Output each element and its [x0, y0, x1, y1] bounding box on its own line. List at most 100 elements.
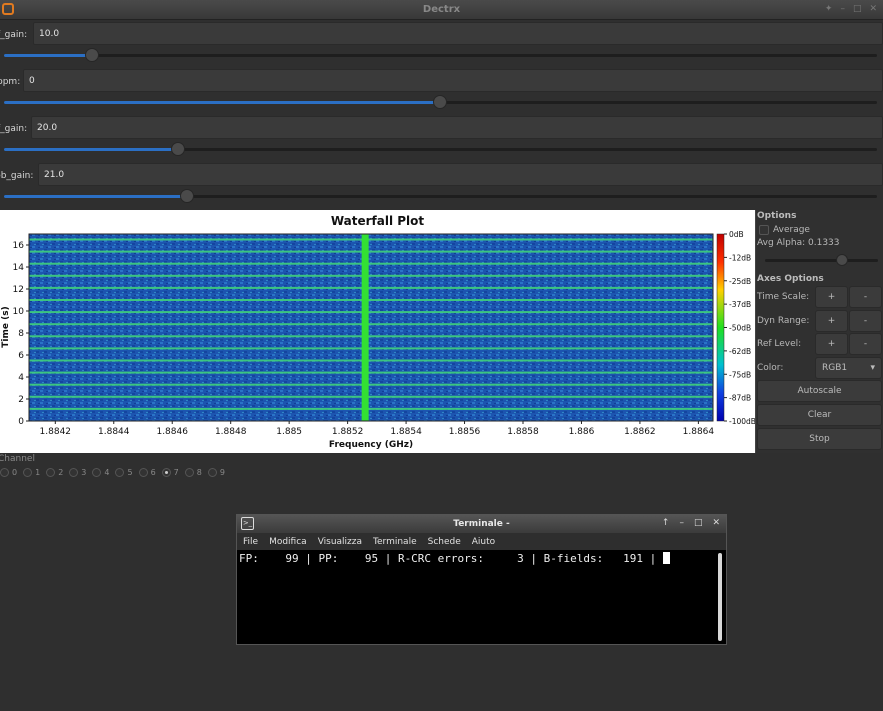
- x-tick-label: 1.8842: [40, 427, 72, 437]
- menu-file[interactable]: File: [243, 537, 258, 547]
- channel-option-label: 6: [150, 468, 156, 477]
- param-entry-f-gain-2[interactable]: 20.0: [31, 116, 883, 139]
- channel-option-label: 5: [127, 468, 133, 477]
- color-select[interactable]: RGB1 ▾: [815, 357, 882, 379]
- slider-knob[interactable]: [433, 95, 447, 109]
- param-slider-f-gain-2[interactable]: [4, 142, 877, 156]
- x-tick-label: 1.886: [569, 427, 595, 437]
- channel-option-9[interactable]: 9: [207, 468, 225, 477]
- channel-option-7[interactable]: 7: [161, 468, 179, 477]
- waterfall-plot[interactable]: Waterfall Plot 0 2 4 6 8 10 12 14 16 1.8…: [0, 210, 755, 453]
- x-tick-label: 1.8852: [332, 427, 364, 437]
- channel-option-5[interactable]: 5: [115, 468, 133, 477]
- maximize-icon[interactable]: □: [853, 4, 862, 14]
- channel-radio-group: 0 1 2 3 4 5 6 7 8 9: [0, 468, 231, 477]
- minimize-icon[interactable]: –: [840, 4, 845, 14]
- color-select-value: RGB1: [822, 363, 848, 373]
- dyn-range-minus-button[interactable]: -: [849, 310, 882, 332]
- slider-knob[interactable]: [85, 48, 99, 62]
- colorbar-tick-label: -87dB: [729, 394, 751, 403]
- window-titlebar: Dectrx ✦ – □ ✕: [0, 0, 883, 20]
- burst-line: [29, 335, 713, 338]
- param-slider-ppm[interactable]: [4, 95, 877, 109]
- channel-option-label: 4: [104, 468, 110, 477]
- param-slider-f-gain[interactable]: [4, 48, 877, 62]
- average-label: Average: [773, 225, 810, 235]
- menu-aiuto[interactable]: Aiuto: [472, 537, 495, 547]
- terminal-scrollbar[interactable]: [718, 553, 722, 641]
- x-tick-label: 1.8862: [624, 427, 656, 437]
- param-entry-f-gain[interactable]: 10.0: [33, 22, 883, 45]
- radio-button[interactable]: [69, 468, 79, 477]
- channel-option-8[interactable]: 8: [184, 468, 202, 477]
- channel-option-3[interactable]: 3: [69, 468, 86, 477]
- radio-button[interactable]: [46, 468, 56, 477]
- radio-button[interactable]: [0, 468, 9, 477]
- time-scale-label: Time Scale:: [757, 292, 810, 302]
- maximize-icon[interactable]: □: [694, 518, 703, 528]
- terminal-output[interactable]: FP: 99 | PP: 95 | R-CRC errors: 3 | B-fi…: [237, 550, 726, 644]
- colorbar-tick-label: -37dB: [729, 300, 751, 309]
- dropdown-arrow-icon: ▾: [870, 363, 875, 373]
- terminal-line: FP: 99 | PP: 95 | R-CRC errors: 3 | B-fi…: [239, 552, 663, 565]
- channel-option-0[interactable]: 0: [0, 468, 17, 477]
- radio-button[interactable]: [92, 468, 102, 477]
- terminal-menubar: File Modifica Visualizza Terminale Sched…: [237, 533, 726, 550]
- param-entry-ppm[interactable]: 0: [23, 69, 883, 92]
- ref-level-plus-button[interactable]: +: [815, 333, 848, 355]
- radio-button[interactable]: [23, 468, 33, 477]
- options-panel: Options Average Avg Alpha: 0.1333 Axes O…: [755, 210, 883, 453]
- burst-line: [29, 347, 713, 350]
- burst-line: [29, 311, 713, 314]
- ref-level-minus-button[interactable]: -: [849, 333, 882, 355]
- channel-option-label: 7: [173, 468, 179, 477]
- burst-line: [29, 238, 713, 241]
- channel-option-2[interactable]: 2: [46, 468, 63, 477]
- ref-level-label: Ref Level:: [757, 339, 802, 349]
- stop-button[interactable]: Stop: [757, 428, 882, 450]
- window-title: Dectrx: [422, 4, 461, 15]
- radio-button[interactable]: [115, 468, 125, 477]
- keep-above-icon[interactable]: ↑: [662, 518, 670, 528]
- menu-visualizza[interactable]: Visualizza: [318, 537, 362, 547]
- x-tick-label: 1.8854: [390, 427, 422, 437]
- slider-knob[interactable]: [171, 142, 185, 156]
- param-label: f_gain:: [0, 124, 28, 134]
- channel-option-label: 0: [12, 468, 18, 477]
- autoscale-button[interactable]: Autoscale: [757, 380, 882, 402]
- axes-options-header: Axes Options: [757, 274, 824, 284]
- minimize-icon[interactable]: –: [679, 518, 684, 528]
- y-tick-label: 4: [18, 373, 24, 383]
- radio-button[interactable]: [138, 468, 148, 477]
- slider-knob[interactable]: [180, 189, 194, 203]
- menu-terminale[interactable]: Terminale: [373, 537, 417, 547]
- channel-option-4[interactable]: 4: [92, 468, 109, 477]
- param-slider-bb-gain[interactable]: [4, 189, 877, 203]
- avg-alpha-slider[interactable]: [765, 259, 878, 262]
- menu-modifica[interactable]: Modifica: [269, 537, 307, 547]
- keep-above-icon[interactable]: ✦: [825, 4, 833, 14]
- menu-schede[interactable]: Schede: [428, 537, 461, 547]
- close-icon[interactable]: ✕: [712, 518, 720, 528]
- terminal-window[interactable]: >_ Terminale - ↑ – □ ✕ File Modifica Vis…: [236, 514, 727, 645]
- y-tick-label: 14: [13, 263, 25, 273]
- close-icon[interactable]: ✕: [869, 4, 877, 14]
- text-cursor: [662, 552, 670, 564]
- heatmap-field: [29, 234, 713, 421]
- channel-option-label: 1: [35, 468, 41, 477]
- burst-line: [29, 407, 713, 410]
- radio-button[interactable]: [207, 468, 217, 477]
- time-scale-minus-button[interactable]: -: [849, 286, 882, 308]
- average-checkbox[interactable]: [759, 225, 769, 235]
- dyn-range-plus-button[interactable]: +: [815, 310, 848, 332]
- time-scale-plus-button[interactable]: +: [815, 286, 848, 308]
- radio-button[interactable]: [184, 468, 194, 477]
- clear-button[interactable]: Clear: [757, 404, 882, 426]
- channel-option-1[interactable]: 1: [23, 468, 40, 477]
- channel-option-6[interactable]: 6: [138, 468, 156, 477]
- y-tick-label: 2: [18, 395, 24, 405]
- radio-button[interactable]: [161, 468, 171, 477]
- avg-alpha-knob[interactable]: [836, 254, 848, 266]
- param-entry-bb-gain[interactable]: 21.0: [38, 163, 883, 186]
- channel-label: Channel: [0, 454, 35, 464]
